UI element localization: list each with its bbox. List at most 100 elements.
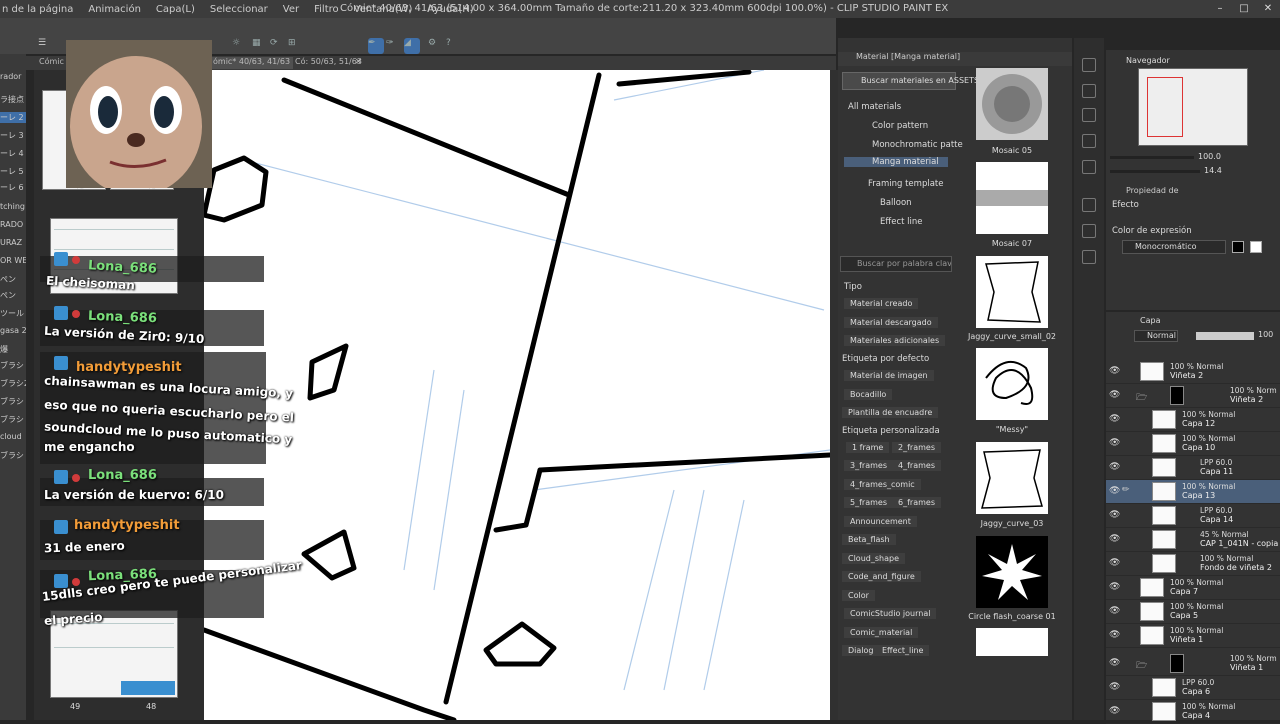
- tag-custom[interactable]: 4_frames_comic: [844, 479, 921, 490]
- expression-color-select[interactable]: Monocromático: [1122, 240, 1226, 254]
- layer-row[interactable]: 👁 100 % Normal Viñeta 1: [1106, 624, 1280, 648]
- material-jaggy-curve-small[interactable]: [976, 256, 1048, 328]
- pen-icon[interactable]: ✒: [368, 38, 384, 54]
- tag-bocadillo[interactable]: Bocadillo: [844, 389, 893, 400]
- layer-row[interactable]: 👁 100 % Normal Fondo de viñeta 2: [1106, 552, 1280, 576]
- black-swatch[interactable]: [1232, 241, 1244, 253]
- menu-item-view[interactable]: Ver: [283, 4, 299, 15]
- menu-item-page[interactable]: n de la página: [2, 4, 73, 15]
- subtool-item[interactable]: ーレ 4: [0, 148, 26, 159]
- subtool-item[interactable]: ーレ 6: [0, 182, 26, 193]
- panel-icon[interactable]: [1082, 84, 1096, 98]
- subtool-item[interactable]: tching: [0, 202, 26, 211]
- material-messy[interactable]: [976, 348, 1048, 420]
- tree-item-balloon[interactable]: Balloon: [880, 198, 912, 208]
- layer-row[interactable]: 👁 100 % Normal Capa 10: [1106, 432, 1280, 456]
- menu-item-layer[interactable]: Capa(L): [156, 4, 195, 15]
- subtool-item[interactable]: OR WE: [0, 256, 26, 265]
- tag-custom[interactable]: 5_frames: [844, 497, 893, 508]
- panel-icon[interactable]: [1082, 160, 1096, 174]
- crop-icon[interactable]: ⊞: [288, 38, 304, 54]
- layer-folder-row[interactable]: 👁 🗁 100 % Norm Viñeta 2: [1106, 384, 1280, 408]
- grid-icon[interactable]: ▦: [252, 38, 268, 54]
- zoom-slider[interactable]: [1110, 156, 1194, 159]
- settings-icon[interactable]: ⚙: [428, 38, 444, 54]
- eye-icon[interactable]: 👁: [1109, 534, 1120, 544]
- eye-icon[interactable]: 👁: [1109, 658, 1120, 668]
- material-mosaic-05[interactable]: [976, 68, 1048, 140]
- tag-custom[interactable]: Code_and_figure: [842, 571, 921, 582]
- tag-custom[interactable]: Dialog: [842, 645, 880, 656]
- layer-row[interactable]: 👁 LPP 60.0 Capa 14: [1106, 504, 1280, 528]
- tree-item-framing-template[interactable]: Framing template: [868, 179, 943, 189]
- keyword-search-input[interactable]: Buscar por palabra clave: [840, 256, 952, 272]
- eye-icon[interactable]: 👁: [1109, 582, 1120, 592]
- view-frame[interactable]: [1147, 77, 1183, 137]
- layer-row[interactable]: 👁 LPP 60.0 Capa 6: [1106, 676, 1280, 700]
- eye-icon[interactable]: 👁: [1109, 414, 1120, 424]
- tag-custom[interactable]: Color: [842, 590, 875, 601]
- panel-icon[interactable]: [1082, 198, 1096, 212]
- layer-row[interactable]: 👁 100 % Normal Capa 7: [1106, 576, 1280, 600]
- eye-icon[interactable]: 👁: [1109, 366, 1120, 376]
- ruler-icon[interactable]: ◢: [404, 38, 420, 54]
- subtool-item[interactable]: ーレ 5: [0, 166, 26, 177]
- eye-icon[interactable]: 👁: [1109, 630, 1120, 640]
- layer-row-selected[interactable]: 👁 ✏ 100 % Normal Capa 13: [1106, 480, 1280, 504]
- tag-custom[interactable]: ComicStudio journal: [844, 608, 937, 619]
- rotate-icon[interactable]: ⟳: [270, 38, 286, 54]
- tag-custom[interactable]: Beta_flash: [842, 534, 896, 545]
- eye-icon[interactable]: 👁: [1109, 558, 1120, 568]
- eye-icon[interactable]: 👁: [1109, 606, 1120, 616]
- tag-custom[interactable]: Announcement: [844, 516, 917, 527]
- panel-icon[interactable]: [1082, 224, 1096, 238]
- panel-icon[interactable]: [1082, 108, 1096, 122]
- layer-row[interactable]: 👁 100 % Normal Capa 12: [1106, 408, 1280, 432]
- subtool-item[interactable]: gasa 2: [0, 326, 26, 335]
- tag-material-imagen[interactable]: Material de imagen: [844, 370, 934, 381]
- subtool-item[interactable]: ツール: [0, 308, 26, 319]
- search-assets-button[interactable]: Buscar materiales en ASSETS: [842, 72, 979, 90]
- eye-icon[interactable]: 👁: [1109, 390, 1120, 400]
- subtool-item[interactable]: ーレ 2: [0, 112, 26, 123]
- panel-icon[interactable]: [1082, 250, 1096, 264]
- material-circle-flash[interactable]: [976, 536, 1048, 608]
- tag-custom[interactable]: Effect_line: [876, 645, 930, 656]
- tag-materiales-adicionales[interactable]: Materiales adicionales: [844, 335, 946, 346]
- white-swatch[interactable]: [1250, 241, 1262, 253]
- close-tab-icon[interactable]: ✕: [352, 57, 365, 69]
- hamburger-icon[interactable]: ☰: [38, 38, 54, 54]
- tree-item-manga-material[interactable]: Manga material: [844, 157, 948, 167]
- tag-material-descargado[interactable]: Material descargado: [844, 317, 938, 328]
- eye-icon[interactable]: 👁: [1109, 510, 1120, 520]
- panel-icon[interactable]: [1082, 134, 1096, 148]
- subtool-item[interactable]: ブラシ2: [0, 378, 26, 389]
- menu-item-animation[interactable]: Animación: [88, 4, 141, 15]
- navigator-preview[interactable]: [1138, 68, 1248, 146]
- subtool-item[interactable]: ぺン: [0, 274, 26, 285]
- subtool-item[interactable]: ブラシ: [0, 450, 26, 461]
- canvas-scrollbar[interactable]: [830, 70, 838, 720]
- tag-custom[interactable]: Cloud_shape: [842, 553, 905, 564]
- tag-material-creado[interactable]: Material creado: [844, 298, 919, 309]
- eye-icon[interactable]: 👁: [1109, 706, 1120, 716]
- eye-icon[interactable]: 👁: [1109, 438, 1120, 448]
- minimize-icon[interactable]: –: [1208, 0, 1232, 18]
- material-jaggy-curve-03[interactable]: [976, 442, 1048, 514]
- subtool-item[interactable]: ブラシ: [0, 396, 26, 407]
- panel-icon[interactable]: [1082, 58, 1096, 72]
- subtool-item[interactable]: cloud: [0, 432, 26, 441]
- tab-comic-40-41[interactable]: ómic* 40/63, 41/63: [210, 57, 294, 69]
- opacity-slider[interactable]: [1196, 332, 1254, 340]
- subtool-item[interactable]: ブラシ: [0, 414, 26, 425]
- material-thumbnail[interactable]: [976, 628, 1048, 656]
- tag-custom[interactable]: 1 frame: [846, 442, 890, 453]
- tree-item-monochromatic[interactable]: Monochromatic patte: [872, 140, 963, 150]
- tag-custom[interactable]: 3_frames: [844, 460, 893, 471]
- tag-plantilla-encuadre[interactable]: Plantilla de encuadre: [842, 407, 939, 418]
- tag-custom[interactable]: 2_frames: [892, 442, 941, 453]
- drawing-canvas[interactable]: [204, 70, 830, 720]
- subtool-item[interactable]: ぺン: [0, 290, 26, 301]
- subtool-item[interactable]: ラ接点: [0, 94, 26, 105]
- angle-slider[interactable]: [1110, 170, 1200, 173]
